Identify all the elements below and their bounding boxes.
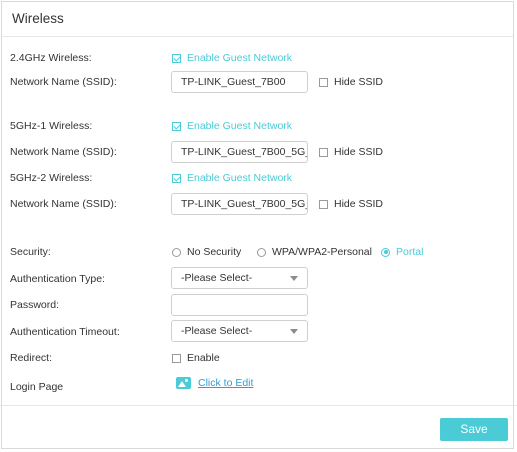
checkbox-unchecked-icon: [172, 353, 181, 363]
auth-type-label: Authentication Type:: [10, 273, 105, 285]
band5g2-ssid-input[interactable]: TP-LINK_Guest_7B00_5G_: [171, 193, 308, 215]
security-option-label: No Security: [187, 246, 242, 258]
security-label: Security:: [10, 246, 51, 258]
auth-type-select[interactable]: -Please Select-: [171, 267, 308, 289]
band24-enable-label: Enable Guest Network: [187, 52, 293, 64]
auth-type-value: -Please Select-: [181, 272, 253, 284]
security-radio-portal[interactable]: Portal: [381, 245, 423, 259]
wireless-panel: Wireless: [1, 1, 514, 449]
band5g2-ssid-label: Network Name (SSID):: [10, 198, 117, 210]
radio-selected-icon: [381, 247, 390, 257]
security-radio-no-security[interactable]: No Security: [172, 245, 241, 259]
checkbox-unchecked-icon: [319, 199, 328, 209]
page-title: Wireless: [12, 11, 64, 26]
band24-ssid-input[interactable]: TP-LINK_Guest_7B00: [171, 71, 308, 93]
security-option-label: WPA/WPA2-Personal: [272, 246, 372, 258]
click-to-edit-link[interactable]: Click to Edit: [198, 377, 253, 389]
redirect-label: Redirect:: [10, 352, 53, 364]
image-icon: [176, 377, 191, 389]
band5g1-ssid-label: Network Name (SSID):: [10, 146, 117, 158]
auth-timeout-label: Authentication Timeout:: [10, 326, 120, 338]
panel-header: Wireless: [2, 2, 513, 37]
login-page-label: Login Page: [10, 381, 64, 393]
redirect-enable-checkbox[interactable]: Enable: [172, 351, 220, 365]
auth-timeout-value: -Please Select-: [181, 325, 253, 337]
band24-label: 2.4GHz Wireless:: [10, 52, 92, 64]
band5g1-hide-ssid-label: Hide SSID: [334, 146, 384, 158]
save-button[interactable]: Save: [440, 418, 508, 441]
band5g2-hide-ssid-checkbox[interactable]: Hide SSID: [319, 197, 383, 211]
checkbox-unchecked-icon: [319, 77, 328, 87]
security-radio-wpa[interactable]: WPA/WPA2-Personal: [257, 245, 372, 259]
band5g1-label: 5GHz-1 Wireless:: [10, 120, 93, 132]
auth-timeout-select[interactable]: -Please Select-: [171, 320, 308, 342]
band5g2-enable-checkbox[interactable]: Enable Guest Network: [172, 171, 292, 185]
band24-ssid-label: Network Name (SSID):: [10, 76, 117, 88]
security-option-label: Portal: [396, 246, 424, 258]
chevron-down-icon: [290, 329, 298, 334]
band24-hide-ssid-checkbox[interactable]: Hide SSID: [319, 75, 383, 89]
chevron-down-icon: [290, 276, 298, 281]
radio-unselected-icon: [257, 247, 266, 257]
footer-divider: [0, 405, 517, 406]
band24-enable-checkbox[interactable]: Enable Guest Network: [172, 51, 292, 65]
band5g2-label: 5GHz-2 Wireless:: [10, 172, 93, 184]
radio-unselected-icon: [172, 247, 181, 257]
password-label: Password:: [10, 299, 60, 311]
password-input[interactable]: [171, 294, 308, 316]
redirect-enable-label: Enable: [187, 352, 220, 364]
band5g2-hide-ssid-label: Hide SSID: [334, 198, 384, 210]
band5g1-enable-checkbox[interactable]: Enable Guest Network: [172, 119, 292, 133]
band5g2-enable-label: Enable Guest Network: [187, 172, 293, 184]
band5g1-hide-ssid-checkbox[interactable]: Hide SSID: [319, 145, 383, 159]
checkbox-checked-icon: [172, 173, 181, 183]
checkbox-unchecked-icon: [319, 147, 328, 157]
checkbox-checked-icon: [172, 121, 181, 131]
band5g1-ssid-input[interactable]: TP-LINK_Guest_7B00_5G_: [171, 141, 308, 163]
band5g1-enable-label: Enable Guest Network: [187, 120, 293, 132]
checkbox-checked-icon: [172, 53, 181, 63]
login-page-edit-link[interactable]: Click to Edit: [176, 377, 253, 389]
band24-hide-ssid-label: Hide SSID: [334, 76, 384, 88]
